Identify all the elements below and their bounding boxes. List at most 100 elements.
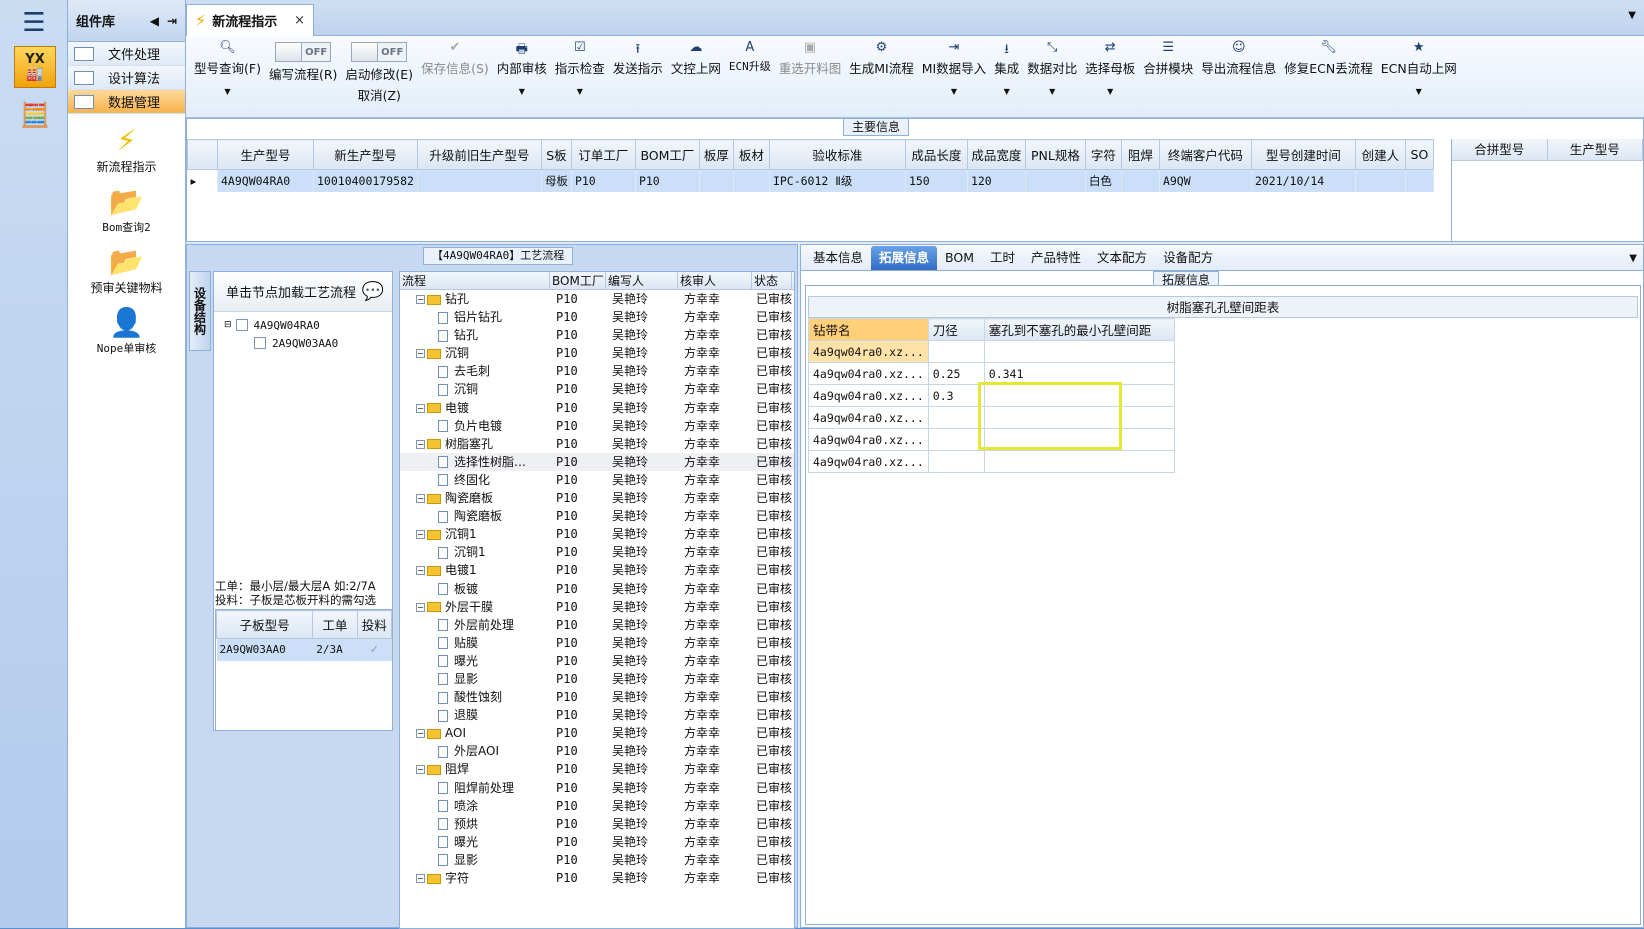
merge-module-button[interactable]: ☰ 合拼模块: [1139, 40, 1197, 77]
compare-button[interactable]: ⤡ 数据对比 ▼: [1023, 40, 1081, 96]
gen-mi-button[interactable]: ⚙ 生成MI流程: [845, 40, 917, 77]
chevron-down-icon[interactable]: ▼: [1416, 87, 1422, 96]
table-cell[interactable]: IPC-6012 Ⅱ级: [769, 169, 906, 192]
list-item[interactable]: 曝光 P10 吴艳玲 方幸幸 已审核: [400, 833, 794, 851]
col-header[interactable]: 状态: [752, 272, 792, 289]
tool-nope-review[interactable]: 👤 Nope单审核: [68, 306, 185, 356]
col-header[interactable]: SO: [1404, 139, 1434, 170]
send-button[interactable]: ⭱ 发送指示: [609, 40, 667, 77]
table-cell[interactable]: [1355, 169, 1406, 192]
col-header[interactable]: 塞孔到不塞孔的最小孔壁间距: [983, 318, 1175, 341]
col-header[interactable]: 流程: [400, 272, 550, 289]
collapse-icon[interactable]: −: [416, 403, 425, 413]
integrate-button[interactable]: ⭳ 集成 ▼: [990, 40, 1023, 96]
col-header[interactable]: 新生产型号: [313, 139, 418, 170]
list-item[interactable]: − AOI P10 吴艳玲 方幸幸 已审核: [400, 724, 794, 742]
col-header[interactable]: 子板型号: [215, 610, 314, 639]
tab-5[interactable]: 文本配方: [1089, 246, 1155, 270]
list-item[interactable]: 选择性树脂… P10 吴艳玲 方幸幸 已审核: [400, 452, 794, 471]
collapse-icon[interactable]: −: [416, 729, 425, 739]
table-cell[interactable]: [927, 406, 985, 429]
table-cell[interactable]: [699, 169, 734, 192]
instruction-check-button[interactable]: ☑ 指示检查 ▼: [551, 40, 609, 96]
list-item[interactable]: 贴膜 P10 吴艳玲 方幸幸 已审核: [400, 634, 794, 652]
table-cell[interactable]: 120: [967, 169, 1026, 192]
table-cell[interactable]: [417, 169, 542, 192]
list-item[interactable]: − 电镀 P10 吴艳玲 方幸幸 已审核: [400, 399, 794, 417]
col-header[interactable]: 字符: [1084, 139, 1122, 170]
table-cell[interactable]: 4a9qw04ra0.xz...: [808, 362, 929, 385]
col-header[interactable]: S板: [540, 139, 572, 170]
start-modify-toggle[interactable]: OFF 启动修改(E) 取消(Z): [341, 38, 417, 104]
table-cell[interactable]: P10: [635, 169, 700, 192]
tool-bom-query[interactable]: 📂 Bom查询2: [68, 185, 185, 235]
chevron-down-icon[interactable]: ▼: [1049, 87, 1055, 96]
chevron-down-icon[interactable]: ▼: [1004, 87, 1010, 96]
export-button[interactable]: ☺ 导出流程信息: [1197, 40, 1280, 77]
chevron-down-icon[interactable]: ▼: [519, 87, 525, 96]
list-item[interactable]: 外层前处理 P10 吴艳玲 方幸幸 已审核: [400, 616, 794, 634]
list-item[interactable]: 酸性蚀刻 P10 吴艳玲 方幸幸 已审核: [400, 688, 794, 706]
cell-order[interactable]: 2/3A: [312, 638, 358, 661]
list-item[interactable]: 终固化 P10 吴艳玲 方幸幸 已审核: [400, 471, 794, 489]
tab-6[interactable]: 设备配方: [1155, 246, 1221, 270]
tool-new-flow[interactable]: ⚡ 新流程指示: [68, 124, 185, 175]
app-yx-icon[interactable]: YX 🏭: [14, 46, 56, 88]
table-cell[interactable]: 4a9qw04ra0.xz...: [808, 340, 929, 363]
collapse-icon[interactable]: −: [416, 494, 425, 504]
table-cell[interactable]: 4a9qw04ra0.xz...: [808, 384, 929, 407]
chevron-down-icon[interactable]: ▼: [1107, 87, 1113, 96]
tab-2[interactable]: BOM: [937, 246, 982, 270]
col-header[interactable]: BOM工厂: [550, 272, 606, 289]
col-header[interactable]: 升级前旧生产型号: [416, 139, 542, 170]
collapse-icon[interactable]: −: [416, 530, 425, 540]
col-header[interactable]: 刀径: [927, 318, 985, 341]
chevron-down-icon[interactable]: ▼: [1628, 10, 1636, 21]
list-item[interactable]: − 树脂塞孔 P10 吴艳玲 方幸幸 已审核: [400, 435, 794, 453]
tab-4[interactable]: 产品特性: [1023, 246, 1089, 270]
col-header[interactable]: 型号创建时间: [1250, 139, 1356, 170]
tab-new-flow[interactable]: ⚡ 新流程指示 ×: [186, 4, 314, 36]
internal-review-button[interactable]: 🖶 内部审核 ▼: [493, 40, 551, 96]
list-item[interactable]: 退膜 P10 吴艳玲 方幸幸 已审核: [400, 706, 794, 724]
lib-item-data[interactable]: 数据管理: [68, 90, 185, 114]
list-item[interactable]: 阻焊前处理 P10 吴艳玲 方幸幸 已审核: [400, 779, 794, 797]
list-item[interactable]: 外层AOI P10 吴艳玲 方幸幸 已审核: [400, 742, 794, 760]
table-cell[interactable]: 4a9qw04ra0.xz...: [808, 450, 929, 473]
table-cell[interactable]: 4A9QW04RA0: [217, 169, 314, 192]
col-header[interactable]: 成品长度: [904, 139, 968, 170]
ecn-auto-button[interactable]: ★ ECN自动上网 ▼: [1377, 40, 1461, 96]
tree-node-child[interactable]: 2A9QW03AA0: [214, 334, 392, 352]
cell-subboard[interactable]: 2A9QW03AA0: [216, 638, 314, 661]
collapse-icon[interactable]: −: [416, 349, 425, 359]
arrow-left-icon[interactable]: ◀: [150, 14, 159, 28]
list-item[interactable]: − 钻孔 P10 吴艳玲 方幸幸 已审核: [400, 290, 794, 308]
col-header[interactable]: 板厚: [698, 139, 734, 170]
chevron-down-icon[interactable]: ▼: [1629, 253, 1637, 264]
cancel-label[interactable]: 取消(Z): [358, 85, 401, 104]
table-cell[interactable]: [927, 428, 985, 451]
edit-flow-toggle[interactable]: OFF 编写流程(R): [265, 38, 341, 83]
col-header[interactable]: 终端客户代码: [1158, 139, 1252, 170]
list-item[interactable]: − 陶瓷磨板 P10 吴艳玲 方幸幸 已审核: [400, 489, 794, 507]
list-item[interactable]: 铝片钻孔 P10 吴艳玲 方幸幸 已审核: [400, 308, 794, 326]
table-cell[interactable]: [927, 340, 985, 363]
list-item[interactable]: − 外层干膜 P10 吴艳玲 方幸幸 已审核: [400, 598, 794, 616]
list-item[interactable]: 显影 P10 吴艳玲 方幸幸 已审核: [400, 851, 794, 869]
list-item[interactable]: 预烘 P10 吴艳玲 方幸幸 已审核: [400, 815, 794, 833]
table-cell[interactable]: [1025, 169, 1086, 192]
list-item[interactable]: − 沉铜 P10 吴艳玲 方幸幸 已审核: [400, 344, 794, 362]
list-item[interactable]: 钻孔 P10 吴艳玲 方幸幸 已审核: [400, 326, 794, 344]
checkbox-feed[interactable]: ✓: [357, 638, 393, 661]
chevron-down-icon[interactable]: ▼: [224, 87, 230, 96]
close-icon[interactable]: ×: [294, 13, 305, 28]
calculator-icon[interactable]: 🧮: [18, 98, 52, 132]
table-cell[interactable]: 2021/10/14: [1251, 169, 1356, 192]
table-row[interactable]: 2A9QW03AA0 2/3A ✓: [216, 638, 393, 661]
list-item[interactable]: − 电镀1 P10 吴艳玲 方幸幸 已审核: [400, 561, 794, 579]
col-header[interactable]: 创建人: [1354, 139, 1406, 170]
lib-item-file[interactable]: 文件处理: [68, 42, 185, 66]
toggle-switch[interactable]: OFF: [275, 42, 332, 62]
list-item[interactable]: 板镀 P10 吴艳玲 方幸幸 已审核: [400, 580, 794, 598]
col-header[interactable]: 生产型号: [217, 139, 314, 170]
